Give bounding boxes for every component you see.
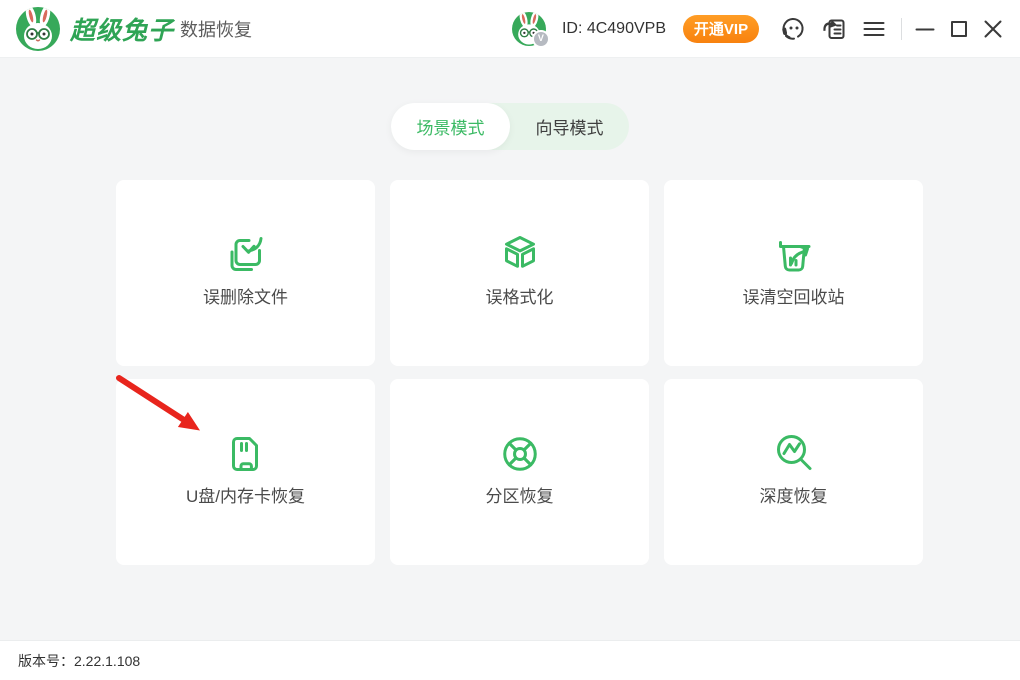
user-avatar[interactable]: V [512, 12, 546, 46]
titlebar-right: V ID: 4C490VPB 开通VIP [512, 12, 1004, 46]
customer-service-icon[interactable] [779, 14, 809, 44]
status-bar: 版本号：2.22.1.108 [0, 640, 1020, 680]
card-label: 误清空回收站 [743, 287, 845, 309]
tab-scene-mode[interactable]: 场景模式 [391, 103, 510, 150]
feedback-icon[interactable] [819, 14, 849, 44]
card-label: U盘/内存卡恢复 [186, 486, 305, 508]
undelete-file-icon [222, 231, 270, 279]
app-subtitle: 数据恢复 [180, 16, 252, 42]
partition-icon [496, 430, 544, 478]
menu-icon[interactable] [859, 14, 889, 44]
card-format-recovery[interactable]: 误格式化 [390, 180, 649, 366]
title-bar: 超级兔子 数据恢复 [0, 0, 1020, 58]
close-icon [982, 18, 1004, 40]
card-undelete-file[interactable]: 误删除文件 [116, 180, 375, 366]
vip-level-badge: V [532, 30, 550, 48]
version-text: 版本号：2.22.1.108 [18, 651, 140, 671]
maximize-button[interactable] [948, 18, 970, 40]
minimize-icon [914, 18, 936, 40]
card-label: 误格式化 [486, 287, 554, 309]
format-cube-icon [496, 231, 544, 279]
card-label: 深度恢复 [760, 486, 828, 508]
card-usb-sd-recovery[interactable]: U盘/内存卡恢复 [116, 379, 375, 565]
card-partition-recovery[interactable]: 分区恢复 [390, 379, 649, 565]
cards-grid: 误删除文件 误格式化 误清空回收站 [116, 180, 924, 565]
tab-wizard-mode[interactable]: 向导模式 [510, 103, 629, 150]
card-label: 分区恢复 [486, 486, 554, 508]
app-window: 超级兔子 数据恢复 [0, 0, 1020, 680]
card-deep-recovery[interactable]: 深度恢复 [664, 379, 923, 565]
open-vip-button[interactable]: 开通VIP [683, 15, 759, 43]
rabbit-logo-icon [16, 7, 60, 51]
recycle-bin-restore-icon [770, 231, 818, 279]
deep-scan-icon [770, 430, 818, 478]
mode-tabs: 场景模式 向导模式 [391, 103, 629, 150]
card-recycle-bin-recovery[interactable]: 误清空回收站 [664, 180, 923, 366]
maximize-icon [948, 18, 970, 40]
brand: 超级兔子 数据恢复 [16, 7, 252, 51]
app-title: 超级兔子 [70, 11, 174, 47]
card-label: 误删除文件 [203, 287, 288, 309]
close-button[interactable] [982, 18, 1004, 40]
titlebar-separator [901, 18, 902, 40]
user-id: ID: 4C490VPB [562, 20, 666, 38]
minimize-button[interactable] [914, 18, 936, 40]
usb-sd-card-icon [222, 430, 270, 478]
